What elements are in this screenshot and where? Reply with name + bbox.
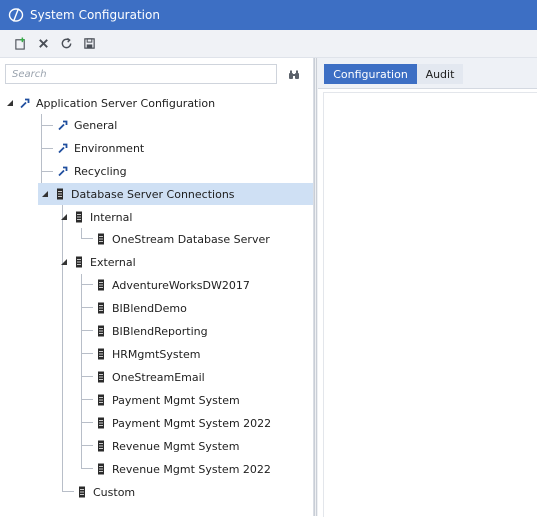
- database-server-icon: [95, 417, 107, 429]
- search-button[interactable]: [285, 66, 303, 84]
- tree-connector: [41, 171, 53, 172]
- window-title: System Configuration: [30, 8, 160, 22]
- wrench-icon: [57, 142, 69, 154]
- database-server-icon: [95, 325, 107, 337]
- tree-node-label: General: [74, 118, 118, 132]
- tree-connector: [81, 307, 93, 308]
- collapse-arrow-icon[interactable]: [59, 212, 69, 222]
- tree-node-external-connection[interactable]: Payment Mgmt System 2022: [95, 412, 271, 434]
- tree-connector: [81, 399, 93, 400]
- search-input[interactable]: [5, 64, 277, 84]
- tree-node-label: OneStreamEmail: [112, 370, 205, 384]
- database-server-icon: [95, 440, 107, 452]
- tree-node-label: Database Server Connections: [71, 187, 235, 201]
- tree-connector: [81, 376, 93, 377]
- database-server-icon: [95, 233, 107, 245]
- title-bar: System Configuration: [0, 0, 537, 30]
- tree-node-external[interactable]: External: [59, 251, 136, 273]
- database-server-icon: [95, 348, 107, 360]
- tree-node-label: Revenue Mgmt System: [112, 439, 240, 453]
- save-icon: [83, 38, 95, 49]
- collapse-arrow-icon[interactable]: [59, 257, 69, 267]
- collapse-arrow-icon[interactable]: [5, 98, 15, 108]
- delete-icon: [38, 39, 48, 48]
- tree-node-label: Application Server Configuration: [36, 96, 216, 110]
- tree-node-environment[interactable]: Environment: [57, 137, 144, 159]
- tree-connector: [41, 148, 53, 149]
- tree-node-label: AdventureWorksDW2017: [112, 278, 250, 292]
- tree-pane: Application Server Configuration General…: [0, 58, 314, 516]
- tree-node-onestream-database-server[interactable]: OneStream Database Server: [95, 228, 270, 250]
- tree-connector: [81, 353, 93, 354]
- tree-node-label: Revenue Mgmt System 2022: [112, 462, 271, 476]
- wrench-icon: [57, 165, 69, 177]
- database-server-icon: [73, 211, 85, 223]
- database-server-icon: [95, 463, 107, 475]
- search-bar: [5, 64, 305, 86]
- toolbar: [0, 30, 537, 58]
- tree-node-external-connection[interactable]: HRMgmtSystem: [95, 343, 200, 365]
- tree-node-custom[interactable]: Custom: [76, 481, 135, 503]
- onestream-logo-icon: [8, 8, 24, 22]
- tab-bar: Configuration Audit: [318, 58, 537, 89]
- tree-connector: [81, 445, 93, 446]
- tree-node-application-server-configuration[interactable]: Application Server Configuration: [5, 92, 215, 114]
- tree-node-external-connection[interactable]: AdventureWorksDW2017: [95, 274, 250, 296]
- delete-button[interactable]: [33, 34, 53, 54]
- tree-node-external-connection[interactable]: Payment Mgmt System: [95, 389, 240, 411]
- new-icon: [14, 37, 25, 50]
- tree-connector: [41, 125, 53, 126]
- collapse-arrow-icon[interactable]: [40, 189, 50, 199]
- refresh-button[interactable]: [56, 34, 76, 54]
- tree-node-label: Environment: [74, 141, 145, 155]
- tab-configuration[interactable]: Configuration: [324, 64, 417, 84]
- database-server-icon: [95, 371, 107, 383]
- tab-audit[interactable]: Audit: [417, 64, 463, 84]
- tree-connector: [62, 491, 74, 492]
- binoculars-icon: [289, 70, 299, 79]
- database-server-icon: [73, 256, 85, 268]
- tree-connector: [81, 238, 93, 239]
- tree-node-label: Recycling: [74, 164, 127, 178]
- refresh-icon: [61, 37, 71, 49]
- tree-connector: [81, 468, 93, 469]
- tree-connector: [81, 284, 93, 285]
- tree-node-external-connection[interactable]: Revenue Mgmt System: [95, 435, 239, 457]
- tree-node-external-connection[interactable]: BIBlendReporting: [95, 320, 208, 342]
- database-server-icon: [76, 486, 88, 498]
- tree-connector: [81, 422, 93, 423]
- tree-connector: [81, 228, 82, 238]
- tree-node-label: External: [90, 255, 136, 269]
- detail-pane: Configuration Audit: [318, 58, 537, 517]
- tree-node-label: OneStream Database Server: [112, 232, 270, 246]
- tree-node-internal[interactable]: Internal: [59, 206, 132, 228]
- save-button[interactable]: [79, 34, 99, 54]
- wrench-icon: [57, 119, 69, 131]
- tree-node-label: Payment Mgmt System: [112, 393, 240, 407]
- tree-node-database-server-connections[interactable]: Database Server Connections: [38, 183, 313, 205]
- database-server-icon: [95, 302, 107, 314]
- tree-node-external-connection[interactable]: OneStreamEmail: [95, 366, 205, 388]
- database-server-icon: [95, 279, 107, 291]
- tree-node-label: BIBlendDemo: [112, 301, 187, 315]
- tree-node-external-connection[interactable]: BIBlendDemo: [95, 297, 187, 319]
- tree-node-label: HRMgmtSystem: [112, 347, 201, 361]
- database-server-icon: [95, 394, 107, 406]
- tree-connector: [62, 205, 63, 491]
- tree-node-label: Payment Mgmt System 2022: [112, 416, 272, 430]
- new-button[interactable]: [10, 34, 30, 54]
- tree-connector: [81, 274, 82, 468]
- wrench-icon: [19, 97, 31, 109]
- tree-node-label: Custom: [93, 485, 136, 499]
- tab-content-area: [323, 92, 537, 517]
- configuration-tree: Application Server Configuration General…: [0, 92, 313, 516]
- database-server-icon: [54, 188, 66, 200]
- tree-node-label: Internal: [90, 210, 133, 224]
- tree-connector: [81, 330, 93, 331]
- tree-node-general[interactable]: General: [57, 114, 117, 136]
- tree-node-external-connection[interactable]: Revenue Mgmt System 2022: [95, 458, 271, 480]
- tree-node-recycling[interactable]: Recycling: [57, 160, 127, 182]
- tree-node-label: BIBlendReporting: [112, 324, 208, 338]
